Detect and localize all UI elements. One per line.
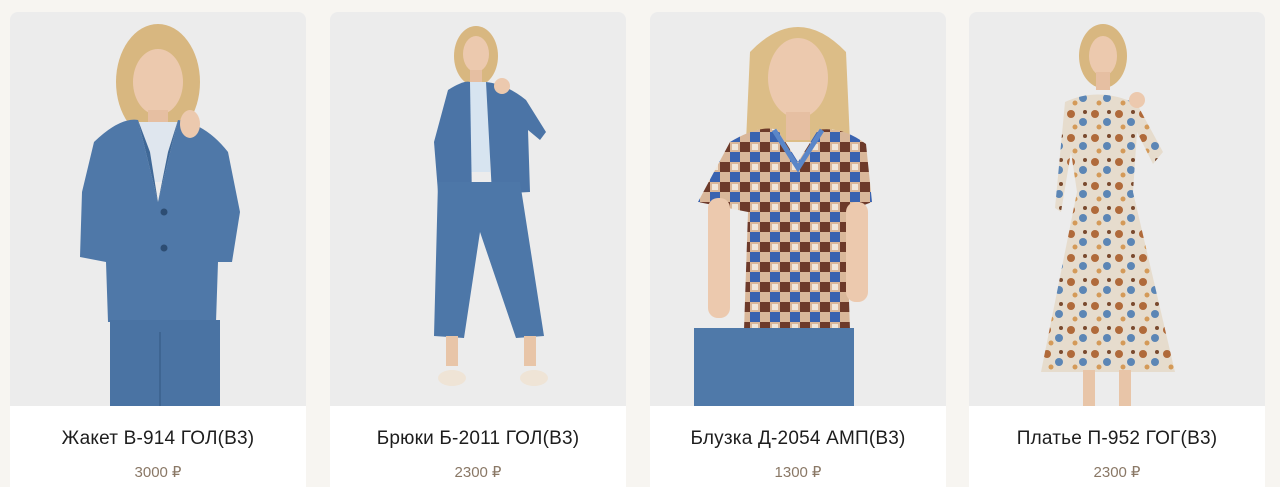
product-photo-dress xyxy=(969,12,1265,406)
product-image[interactable] xyxy=(330,12,626,406)
price-value: 2300 xyxy=(454,464,488,481)
product-card[interactable]: Жакет В-914 ГОЛ(В3) 3000 ₽ xyxy=(10,12,306,487)
product-price: 2300 ₽ xyxy=(330,463,626,481)
product-price: 2300 ₽ xyxy=(969,463,1265,481)
product-image[interactable] xyxy=(969,12,1265,406)
product-grid: Жакет В-914 ГОЛ(В3) 3000 ₽ Брюки Б-2011 … xyxy=(0,0,1280,487)
product-title[interactable]: Брюки Б-2011 ГОЛ(В3) xyxy=(330,428,626,450)
price-value: 2300 xyxy=(1093,464,1127,481)
product-card[interactable]: Платье П-952 ГОГ(В3) 2300 ₽ xyxy=(969,12,1265,487)
currency-symbol: ₽ xyxy=(1130,464,1141,481)
product-title[interactable]: Жакет В-914 ГОЛ(В3) xyxy=(10,428,306,450)
product-photo-trousers xyxy=(330,12,626,406)
product-price: 1300 ₽ xyxy=(650,463,946,481)
product-image[interactable] xyxy=(650,12,946,406)
product-photo-blouse xyxy=(650,12,946,406)
currency-symbol: ₽ xyxy=(491,464,502,481)
price-value: 3000 xyxy=(134,464,168,481)
product-image[interactable] xyxy=(10,12,306,406)
product-card[interactable]: Брюки Б-2011 ГОЛ(В3) 2300 ₽ xyxy=(330,12,626,487)
product-card[interactable]: Блузка Д-2054 АМП(В3) 1300 ₽ xyxy=(650,12,946,487)
product-price: 3000 ₽ xyxy=(10,463,306,481)
currency-symbol: ₽ xyxy=(811,464,822,481)
currency-symbol: ₽ xyxy=(171,464,182,481)
product-photo-jacket xyxy=(10,12,306,406)
price-value: 1300 xyxy=(774,464,808,481)
product-title[interactable]: Платье П-952 ГОГ(В3) xyxy=(969,428,1265,450)
product-title[interactable]: Блузка Д-2054 АМП(В3) xyxy=(650,428,946,450)
